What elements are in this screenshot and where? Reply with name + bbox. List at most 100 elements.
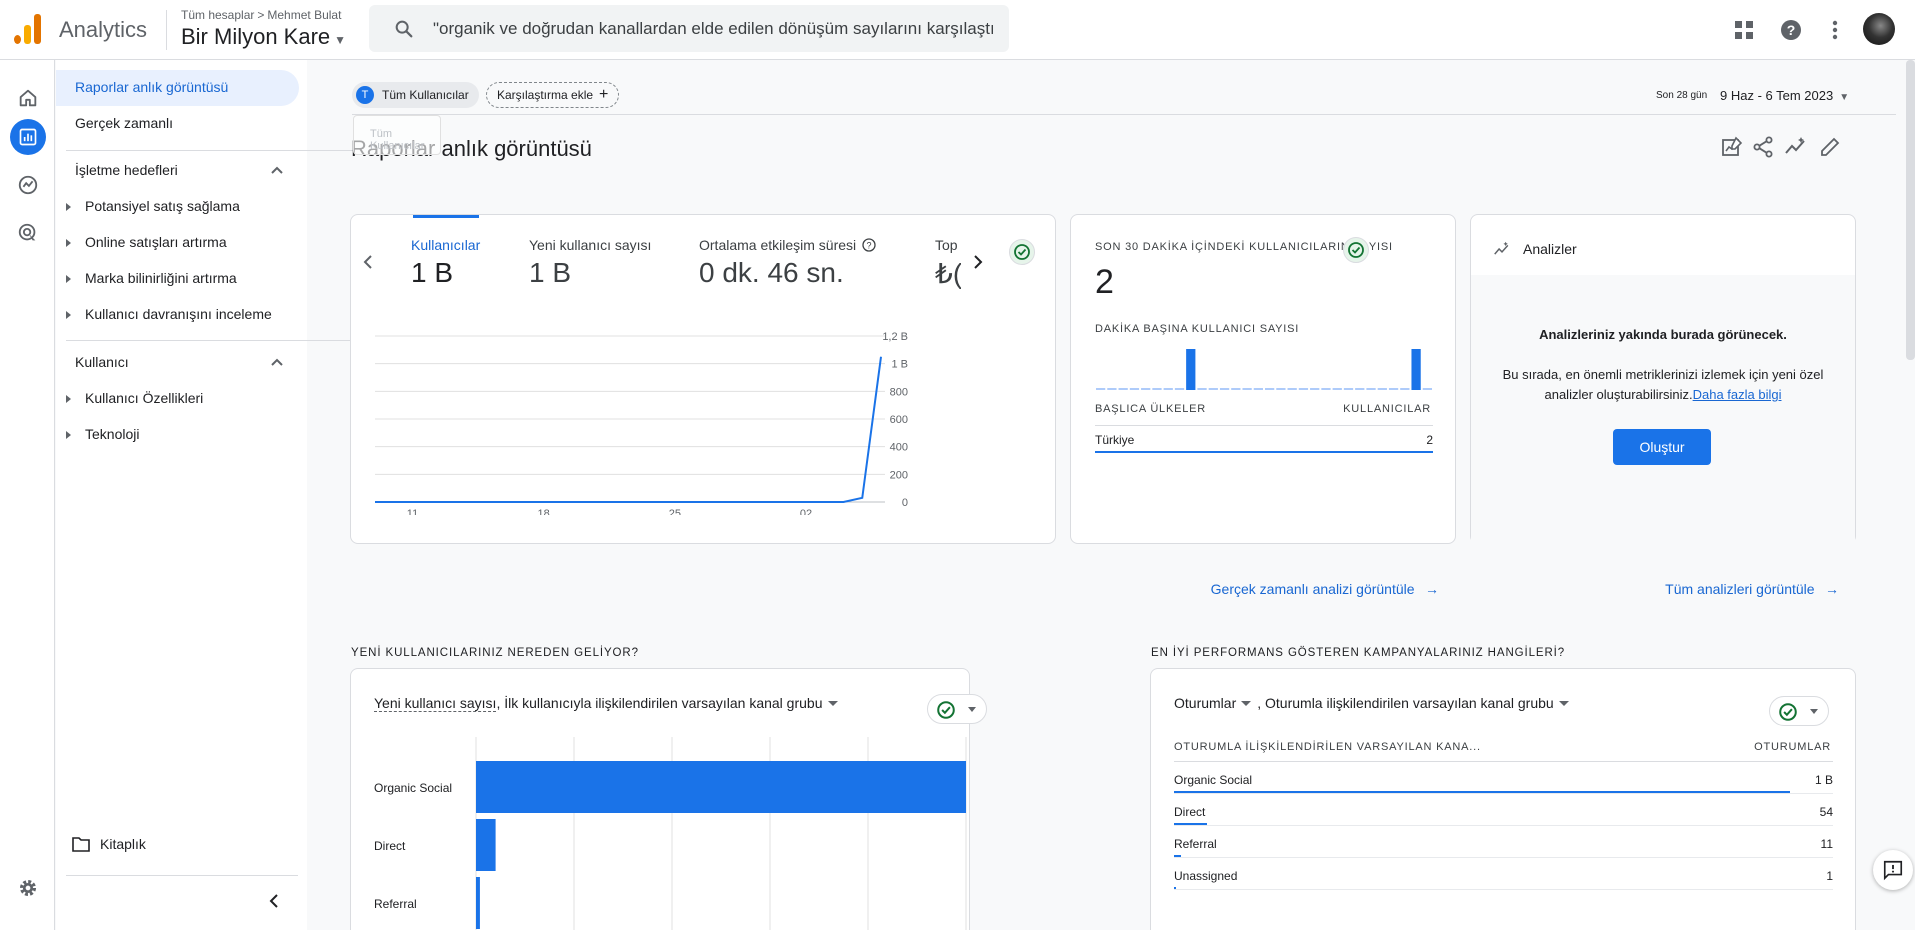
nav-item-label: Online satışları artırma [85, 234, 227, 250]
minute-bar [1321, 388, 1331, 390]
account-avatar[interactable] [1863, 13, 1895, 45]
explore-button[interactable] [10, 167, 46, 203]
expand-arrow-icon [66, 203, 71, 212]
create-insight-button[interactable]: Oluştur [1613, 429, 1711, 465]
chevron-right-icon[interactable] [971, 255, 985, 269]
add-comparison-button[interactable]: Karşılaştırma ekle + [486, 82, 620, 108]
learn-more-link[interactable]: Daha fazla bilgi [1693, 387, 1782, 402]
realtime-link[interactable]: Gerçek zamanlı analizi görüntüle → [1211, 581, 1439, 599]
nav-item-online-sales[interactable]: Online satışları artırma [66, 234, 227, 250]
feedback-button[interactable] [1873, 850, 1913, 890]
analytics-logo[interactable] [14, 14, 42, 44]
help-icon[interactable]: ? [1777, 16, 1805, 44]
metric-tab-total-revenue[interactable]: Top ₺( [935, 237, 961, 290]
country-name: Türkiye [1095, 433, 1135, 447]
x-tick-label: 25 [669, 508, 681, 515]
feedback-icon [1883, 860, 1903, 881]
more-vert-icon[interactable] [1821, 16, 1849, 44]
minute-bar [1411, 349, 1421, 390]
minute-bar [1377, 388, 1387, 390]
collapse-nav-icon[interactable] [267, 894, 281, 908]
table-row: Direct 54 [1174, 801, 1833, 833]
chevron-down-icon: ▼ [334, 33, 347, 47]
check-badge[interactable] [1009, 239, 1035, 265]
bar [476, 761, 966, 813]
report-navigation: Raporlar anlık görüntüsü Gerçek zamanlı … [56, 60, 354, 930]
nav-item-user-behavior[interactable]: Kullanıcı davranışını inceleme [66, 306, 272, 322]
chevron-up-icon[interactable] [270, 163, 284, 177]
edit-pencil-icon[interactable] [1818, 135, 1842, 159]
nav-item-user-attributes[interactable]: Kullanıcı Özellikleri [66, 390, 203, 406]
nav-section-user[interactable]: Kullanıcı [75, 354, 129, 370]
search-bar[interactable]: "organik ve doğrudan kanallardan elde ed… [369, 5, 1009, 52]
reports-button[interactable] [10, 119, 46, 155]
nav-item-realtime[interactable]: Gerçek zamanlı [75, 115, 173, 131]
all-insights-label: Tüm analizleri görüntüle [1665, 581, 1815, 597]
breadcrumb-account[interactable]: Mehmet Bulat [267, 8, 341, 22]
home-button[interactable] [10, 80, 46, 116]
nav-section-business-goals[interactable]: İşletme hedefleri [75, 162, 178, 178]
minute-bar [1343, 388, 1354, 390]
metric-tab-users[interactable]: Kullanıcılar 1 B [411, 237, 480, 289]
nav-item-brand-awareness[interactable]: Marka bilinirliğini artırma [66, 270, 237, 286]
channel-name: Direct [1174, 805, 1206, 819]
row-divider [1174, 825, 1833, 826]
campaigns-metric-selector[interactable]: Oturumlar , Oturumla ilişkilendirilen var… [1174, 695, 1575, 711]
all-insights-link[interactable]: Tüm analizleri görüntüle → [1665, 581, 1839, 599]
customize-report-icon[interactable] [1720, 135, 1744, 159]
property-selector[interactable]: Bir Milyon Kare ▼ [181, 24, 346, 50]
property-name: Bir Milyon Kare [181, 24, 331, 49]
minute-bar [1129, 388, 1140, 390]
nav-item-label: Marka bilinirliğini artırma [85, 270, 237, 286]
metric-value: 0 dk. 46 sn. [699, 257, 844, 288]
table-row: Türkiye 2 [1095, 433, 1433, 455]
campaigns-metric: Oturumlar [1174, 695, 1237, 711]
minute-bar [1253, 388, 1263, 390]
table-header-channel: OTURUMLA İLİŞKİLENDİRİLEN VARSAYILAN KAN… [1174, 741, 1481, 753]
sessions-value: 54 [1819, 805, 1833, 819]
apps-grid-icon[interactable] [1730, 16, 1758, 44]
header-divider [166, 10, 167, 50]
breadcrumb-separator: > [257, 8, 265, 22]
chevron-down-icon: ▼ [1839, 92, 1850, 103]
segment-chip[interactable]: T Tüm Kullanıcılar [352, 82, 479, 108]
selected-metric-indicator [413, 215, 479, 218]
metric-tab-new-users[interactable]: Yeni kullanıcı sayısı 1 B [529, 237, 651, 289]
row-divider [1174, 793, 1833, 794]
check-dropdown-button[interactable] [1769, 696, 1829, 726]
date-range-selector[interactable]: 9 Haz - 6 Tem 2023 ▼ [1720, 88, 1849, 103]
nav-item-label: Kullanıcı davranışını inceleme [85, 306, 272, 322]
admin-button[interactable] [10, 870, 46, 906]
breadcrumb-all-accounts[interactable]: Tüm hesaplar [181, 8, 254, 22]
nav-item-reports-snapshot[interactable]: Raporlar anlık görüntüsü [56, 70, 299, 106]
insights-body: Bu sırada, en önemli metriklerinizi izle… [1501, 365, 1825, 405]
search-input[interactable]: "organik ve doğrudan kanallardan elde ed… [433, 19, 993, 39]
metric-tab-engagement-time[interactable]: Ortalama etkileşim süresi ? 0 dk. 46 sn. [699, 237, 876, 289]
advertising-button[interactable] [10, 215, 46, 251]
check-badge[interactable] [1343, 237, 1369, 263]
campaigns-section-title: EN İYİ PERFORMANS GÖSTEREN KAMPANYALARIN… [1151, 647, 1566, 659]
breadcrumb[interactable]: Tüm hesaplar > Mehmet Bulat [181, 8, 341, 22]
insights-icon[interactable] [1784, 135, 1808, 159]
nav-item-library[interactable]: Kitaplık [72, 836, 146, 852]
check-dropdown-button[interactable] [927, 694, 987, 724]
table-divider [1174, 761, 1833, 762]
minute-bar [1355, 388, 1365, 390]
nav-item-technology[interactable]: Teknoloji [66, 426, 139, 442]
share-icon[interactable] [1751, 135, 1775, 159]
nav-item-lead-generation[interactable]: Potansiyel satış sağlama [66, 198, 240, 214]
acquisition-metric-selector[interactable]: Yeni kullanıcı sayısı, İlk kullanıcıyla … [374, 695, 844, 712]
minute-bar [1422, 388, 1432, 390]
chevron-up-icon[interactable] [270, 355, 284, 369]
nav-item-label: Raporlar anlık görüntüsü [75, 79, 229, 95]
table-row: Unassigned 1 [1174, 865, 1833, 897]
page-scrollbar[interactable] [1906, 60, 1915, 360]
row-divider [1174, 857, 1833, 858]
chevron-left-icon[interactable] [361, 255, 375, 269]
help-outline-icon[interactable]: ? [862, 238, 876, 252]
channel-name: Organic Social [1174, 773, 1253, 787]
check-circle-icon [1779, 703, 1797, 721]
category-label: Direct [374, 839, 406, 853]
expand-arrow-icon [66, 395, 71, 404]
left-rail [0, 60, 55, 930]
